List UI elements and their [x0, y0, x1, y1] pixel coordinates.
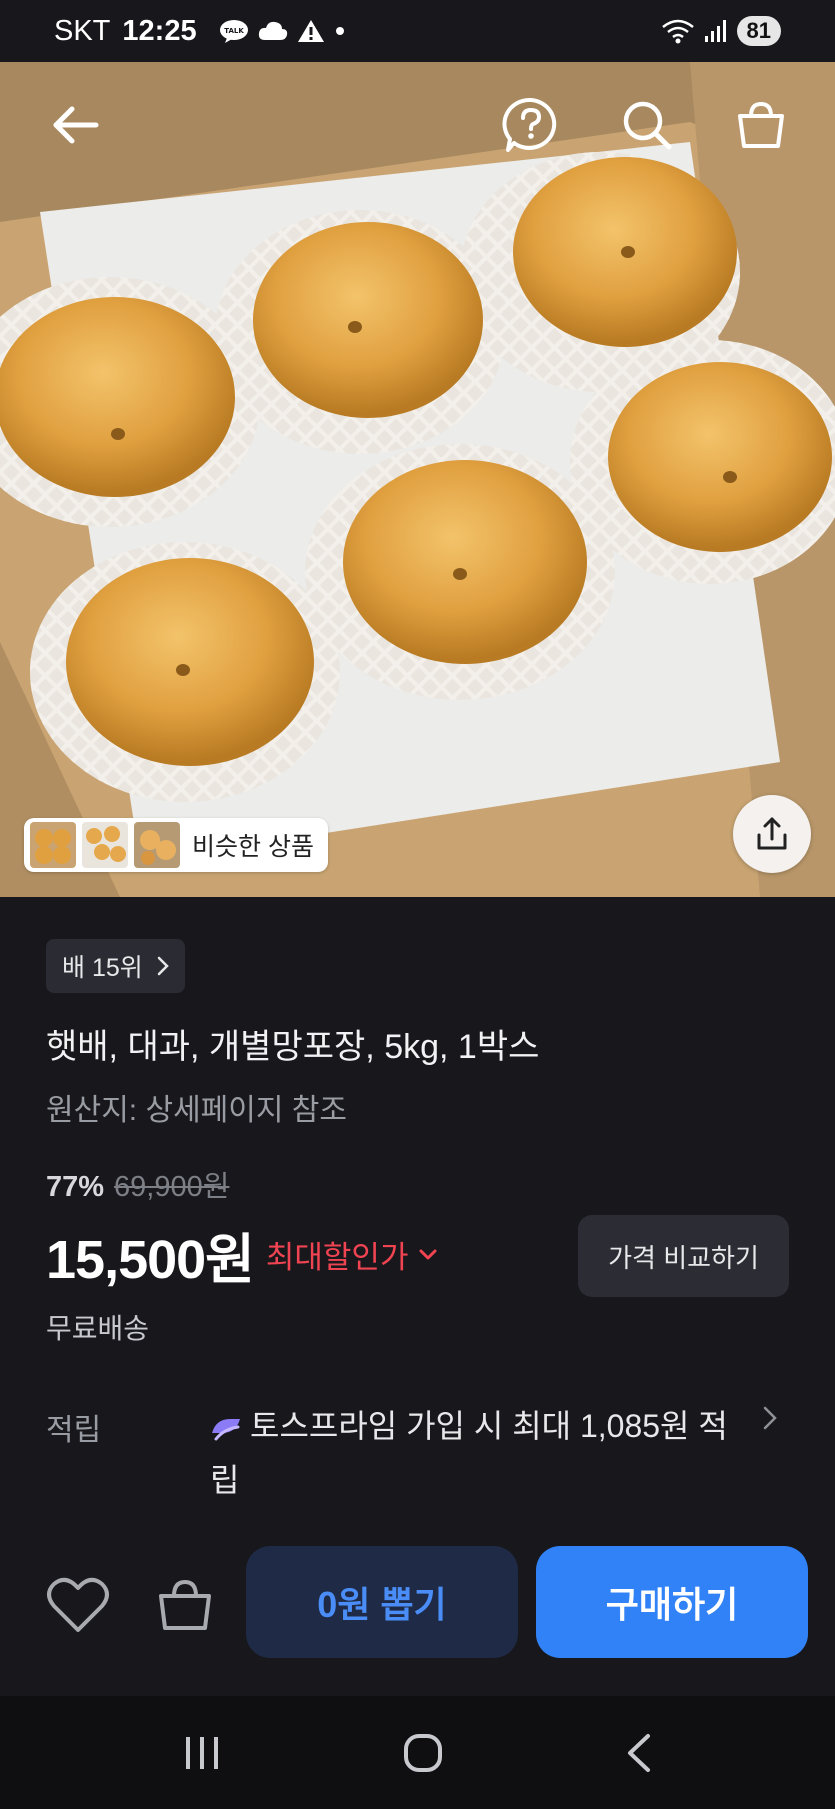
similar-thumb-2: [82, 822, 128, 868]
cart-button[interactable]: [728, 92, 794, 158]
signal-icon: [704, 20, 726, 42]
buy-button[interactable]: 구매하기: [536, 1546, 808, 1658]
svg-text:TALK: TALK: [224, 27, 244, 35]
cloud-notification-icon: [258, 21, 287, 40]
top-navigation: [0, 62, 835, 192]
add-to-cart-button[interactable]: [150, 1572, 220, 1638]
share-icon: [757, 817, 787, 850]
heart-icon: [47, 1577, 109, 1632]
home-icon[interactable]: [402, 1732, 444, 1774]
dot-notification-icon: [335, 27, 344, 35]
battery-level: 81: [736, 16, 781, 46]
back-button[interactable]: [42, 92, 108, 158]
help-button[interactable]: [498, 92, 564, 158]
points-benefit[interactable]: 토스프라임 가입 시 최대 1,085원 적립: [210, 1399, 730, 1507]
system-navigation-bar: [0, 1696, 835, 1809]
back-arrow-icon: [53, 106, 99, 144]
max-discount-dropdown[interactable]: 최대할인가: [266, 1232, 439, 1277]
similar-products-chip[interactable]: 비슷한 상품: [24, 818, 328, 872]
sale-price: 15,500원: [46, 1230, 255, 1290]
help-icon: [502, 97, 557, 152]
product-title: 햇배, 대과, 개별망포장, 5kg, 1박스: [46, 1028, 540, 1066]
rank-badge-label: 배 15위: [62, 954, 143, 982]
talk-notification-icon: TALK: [219, 20, 248, 43]
rank-badge[interactable]: 배 15위: [46, 939, 185, 993]
share-button[interactable]: [733, 795, 811, 873]
shopping-bag-icon: [159, 1579, 211, 1630]
carrier-name: SKT: [54, 14, 111, 47]
discount-row: 77% 69,900원: [46, 1163, 229, 1205]
search-icon: [623, 101, 672, 150]
status-bar: SKT 12:25 TALK 81: [0, 0, 835, 62]
points-benefit-text: 토스프라임 가입 시 최대 1,085원 적립: [210, 1408, 728, 1498]
cart-icon: [738, 101, 784, 148]
clock: 12:25: [122, 14, 197, 47]
system-back-icon[interactable]: [624, 1732, 654, 1774]
points-label: 적립: [46, 1414, 102, 1447]
product-origin: 원산지: 상세페이지 참조: [46, 1094, 348, 1127]
warning-icon: [297, 20, 324, 42]
discount-rate: 77%: [46, 1171, 105, 1203]
max-discount-label: 최대할인가: [265, 1240, 409, 1275]
recent-apps-icon[interactable]: [182, 1733, 222, 1773]
search-button[interactable]: [614, 92, 680, 158]
bottom-action-bar: 0원 뽑기 구매하기: [0, 1510, 835, 1696]
similar-thumb-3: [134, 822, 180, 868]
price-compare-button[interactable]: 가격 비교하기: [578, 1215, 789, 1297]
shipping-info: 무료배송: [46, 1313, 150, 1344]
similar-thumb-1: [30, 822, 76, 868]
zero-won-draw-button[interactable]: 0원 뽑기: [246, 1546, 518, 1658]
similar-products-label: 비슷한 상품: [192, 833, 314, 861]
points-chevron-right-icon[interactable]: [762, 1405, 778, 1431]
toss-prime-icon: [212, 1418, 240, 1441]
price-row: 15,500원 최대할인가: [46, 1215, 438, 1294]
wishlist-button[interactable]: [42, 1572, 114, 1638]
chevron-right-icon: [157, 956, 169, 976]
wifi-icon: [661, 19, 694, 44]
original-price: 69,900원: [114, 1171, 230, 1203]
chevron-down-icon: [419, 1249, 437, 1259]
